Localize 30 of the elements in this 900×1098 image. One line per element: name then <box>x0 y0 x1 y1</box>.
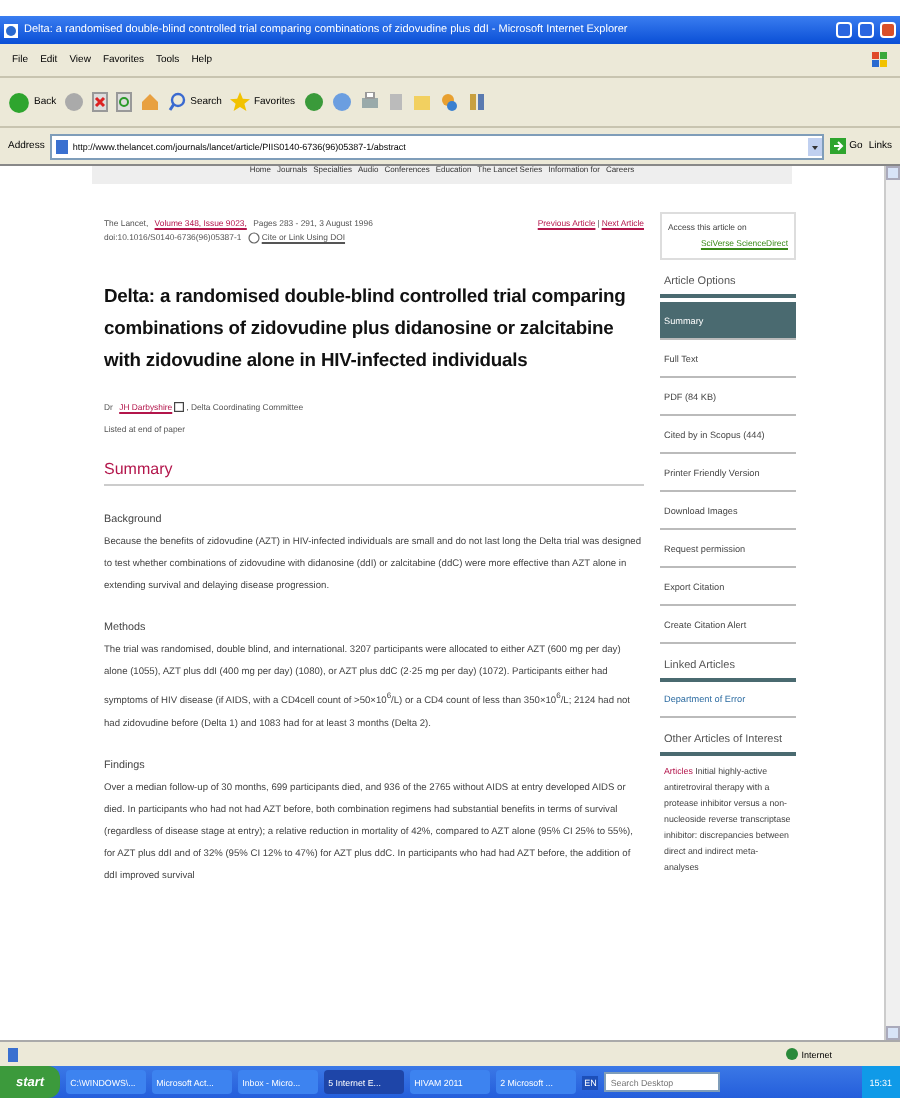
page-icon <box>8 1047 18 1061</box>
dropdown-icon <box>807 137 822 155</box>
toolbar-button[interactable] <box>140 92 161 112</box>
go-arrow-icon <box>829 138 846 154</box>
toolbar-button[interactable] <box>359 92 380 112</box>
toolbar-button[interactable] <box>116 92 133 112</box>
ie-icon <box>4 23 18 37</box>
scrollbar[interactable] <box>884 166 900 1040</box>
email-icon <box>174 402 185 412</box>
back-icon <box>8 91 30 113</box>
folder-icon <box>411 92 432 112</box>
article-title: Delta: a randomised double-blind controlled trial comparing combinations of zidovudine plus didanosine or zalcitabine with zidovudine alone in HIV-infected individuals <box>104 282 628 374</box>
forward-icon <box>64 92 85 112</box>
page-icon <box>387 92 404 112</box>
maximize-button[interactable] <box>858 22 874 38</box>
help-icon <box>247 231 260 243</box>
home-icon <box>140 92 161 112</box>
search-icon <box>168 92 187 112</box>
stop-icon <box>92 92 109 112</box>
toolbar-button[interactable] <box>64 92 85 112</box>
page-icon <box>56 139 69 153</box>
printer-icon <box>359 92 380 112</box>
toolbar-button[interactable] <box>92 92 109 112</box>
globe-icon <box>785 1048 798 1060</box>
close-button[interactable] <box>880 22 896 38</box>
star-icon <box>229 92 250 112</box>
minimize-button[interactable] <box>836 22 852 38</box>
summary-heading: Summary <box>104 460 644 486</box>
windows-logo-icon <box>872 50 888 70</box>
refresh-icon <box>116 92 133 112</box>
